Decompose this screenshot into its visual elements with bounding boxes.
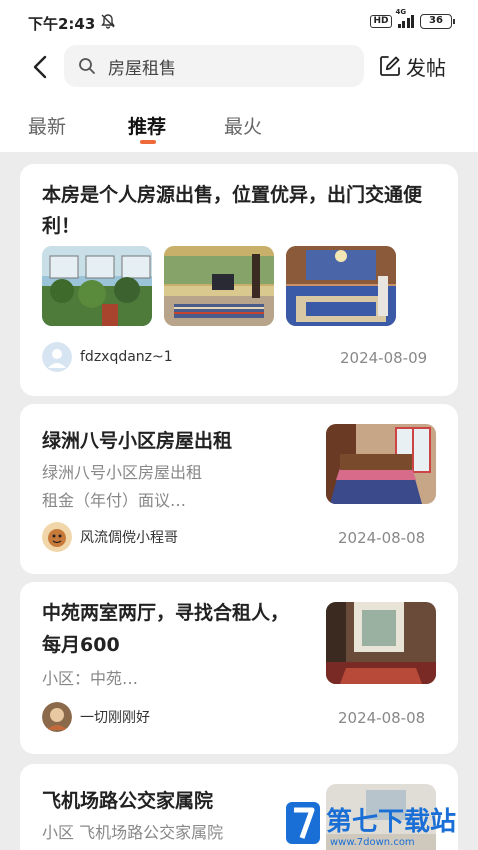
post-title: 飞机场路公交家属院 bbox=[42, 790, 214, 812]
post-description: 租金（年付）面议… bbox=[42, 491, 187, 510]
avatar bbox=[42, 522, 72, 552]
avatar bbox=[42, 702, 72, 732]
edit-icon bbox=[380, 56, 400, 76]
post-description: 绿洲八号小区房屋出租 bbox=[42, 463, 203, 482]
post-button-label: 发帖 bbox=[406, 55, 446, 80]
network-label: 4G bbox=[395, 8, 407, 16]
header: 下午2:43 HD 4G 36 发帖 bbox=[0, 0, 478, 152]
post-image[interactable] bbox=[286, 246, 396, 326]
author-name: 风流倜傥小程哥 bbox=[80, 530, 178, 546]
watermark-text: 第七下载站 bbox=[326, 806, 456, 837]
search-box[interactable] bbox=[64, 45, 364, 87]
post-title: 绿洲八号小区房屋出租 bbox=[42, 430, 233, 452]
avatar bbox=[42, 342, 72, 372]
search-input[interactable] bbox=[108, 45, 348, 87]
signal-icon: 4G bbox=[396, 8, 414, 28]
post-title: 本房是个人房源出售，位置优异，出门交通便利！ bbox=[42, 184, 423, 237]
post-title: 中苑两室两厅，寻找合租人， bbox=[42, 602, 290, 624]
tab-recommended[interactable]: 推荐 bbox=[128, 112, 166, 139]
bell-muted-icon bbox=[101, 14, 115, 29]
post-card[interactable]: 本房是个人房源出售，位置优异，出门交通便利！ fdzxqdanz~1 2024-… bbox=[20, 164, 458, 396]
room-photo-kitchen bbox=[326, 602, 436, 684]
post-description: 小区：中苑… bbox=[42, 669, 139, 688]
post-image[interactable] bbox=[164, 246, 274, 326]
post-card[interactable]: 绿洲八号小区房屋出租 绿洲八号小区房屋出租 租金（年付）面议… 风流倜傥小程哥 … bbox=[20, 404, 458, 574]
room-photo-living bbox=[164, 246, 274, 326]
post-card[interactable]: 中苑两室两厅，寻找合租人， 每月600 小区：中苑… 一切刚刚好 2024-08… bbox=[20, 582, 458, 754]
room-photo-balcony bbox=[42, 246, 152, 326]
post-date: 2024-08-08 bbox=[338, 709, 426, 727]
post-image[interactable] bbox=[42, 246, 152, 326]
post-image[interactable] bbox=[326, 424, 436, 504]
tab-bar: 最新 推荐 最火 bbox=[0, 108, 478, 148]
post-date: 2024-08-08 bbox=[338, 529, 426, 547]
battery-icon: 36 bbox=[420, 13, 455, 29]
post-description: 小区 飞机场路公交家属院 bbox=[42, 823, 224, 842]
author-name: fdzxqdanz~1 bbox=[80, 349, 173, 365]
author-name: 一切刚刚好 bbox=[80, 710, 150, 726]
post-title: 每月600 bbox=[42, 634, 120, 656]
status-time: 下午2:43 bbox=[28, 15, 96, 33]
active-tab-indicator bbox=[140, 140, 156, 144]
site-watermark-logo: 第七下载站 www.7down.com bbox=[286, 802, 456, 848]
back-icon[interactable] bbox=[26, 52, 56, 82]
post-button[interactable]: 发帖 bbox=[378, 52, 446, 80]
post-author[interactable]: fdzxqdanz~1 bbox=[42, 342, 173, 372]
tab-latest[interactable]: 最新 bbox=[28, 112, 66, 139]
post-author[interactable]: 风流倜傥小程哥 bbox=[42, 522, 178, 552]
room-photo-bedroom bbox=[286, 246, 396, 326]
search-icon bbox=[79, 58, 95, 74]
post-author[interactable]: 一切刚刚好 bbox=[42, 702, 150, 732]
post-image[interactable] bbox=[326, 602, 436, 684]
status-bar: 下午2:43 HD 4G 36 bbox=[0, 0, 478, 40]
tab-hottest[interactable]: 最火 bbox=[224, 112, 262, 139]
hd-badge: HD bbox=[370, 14, 392, 28]
watermark-url: www.7down.com bbox=[330, 837, 415, 848]
room-photo-bed bbox=[326, 424, 436, 504]
post-date: 2024-08-09 bbox=[340, 349, 428, 367]
